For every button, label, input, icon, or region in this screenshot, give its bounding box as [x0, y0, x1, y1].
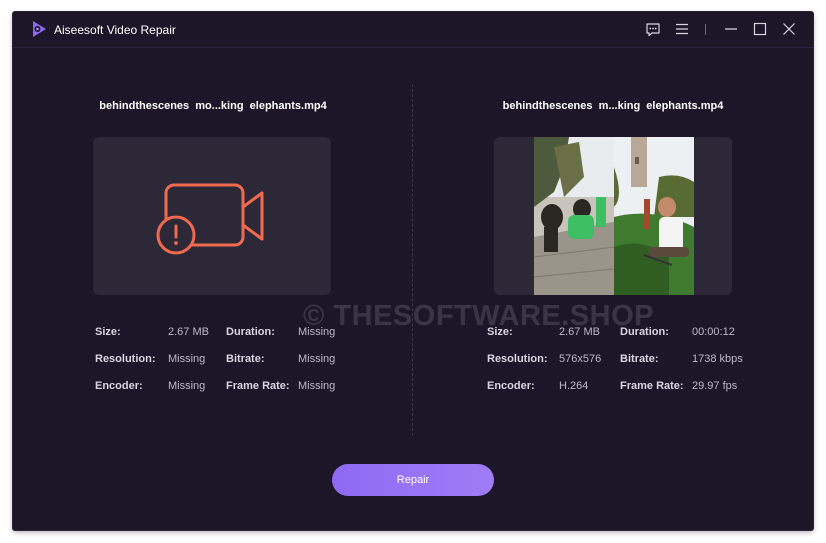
encoder-value: H.264: [559, 380, 589, 392]
framerate-label: Frame Rate:: [620, 380, 684, 392]
bitrate-value: Missing: [298, 353, 336, 365]
resolution-value: 576x576: [559, 353, 602, 365]
resolution-value: Missing: [168, 353, 206, 365]
bitrate-label: Bitrate:: [226, 353, 265, 365]
size-value: 2.67 MB: [168, 326, 209, 338]
encoder-label: Encoder:: [95, 380, 143, 392]
repair-button[interactable]: Repair: [332, 464, 494, 496]
bitrate-value: 1738 kbps: [692, 353, 743, 365]
size-label: Size:: [487, 326, 513, 338]
encoder-label: Encoder:: [487, 380, 535, 392]
sample-file-name: behindthescenes m...king elephants.mp4: [502, 100, 724, 112]
corrupted-file-name: behindthescenes mo...king elephants.mp4: [99, 100, 327, 112]
video-thumbnail: [494, 137, 732, 295]
framerate-label: Frame Rate:: [226, 380, 290, 392]
resolution-label: Resolution:: [95, 353, 156, 365]
framerate-value: 29.97 fps: [692, 380, 738, 392]
size-label: Size:: [95, 326, 121, 338]
sample-video-panel: behindthescenes m...king elephants.mp4 S…: [413, 12, 803, 482]
sample-video-preview[interactable]: [494, 137, 732, 295]
corrupted-video-preview: [93, 137, 331, 295]
duration-label: Duration:: [226, 326, 275, 338]
framerate-value: Missing: [298, 380, 336, 392]
duration-value: Missing: [298, 326, 336, 338]
app-window: Aiseesoft Video Repair behindthescenes m…: [13, 12, 813, 530]
broken-video-icon: [156, 183, 264, 255]
encoder-value: Missing: [168, 380, 206, 392]
size-value: 2.67 MB: [559, 326, 600, 338]
duration-label: Duration:: [620, 326, 669, 338]
resolution-label: Resolution:: [487, 353, 548, 365]
duration-value: 00:00:12: [692, 326, 735, 338]
corrupted-video-panel: behindthescenes mo...king elephants.mp4 …: [13, 12, 403, 482]
bitrate-label: Bitrate:: [620, 353, 659, 365]
